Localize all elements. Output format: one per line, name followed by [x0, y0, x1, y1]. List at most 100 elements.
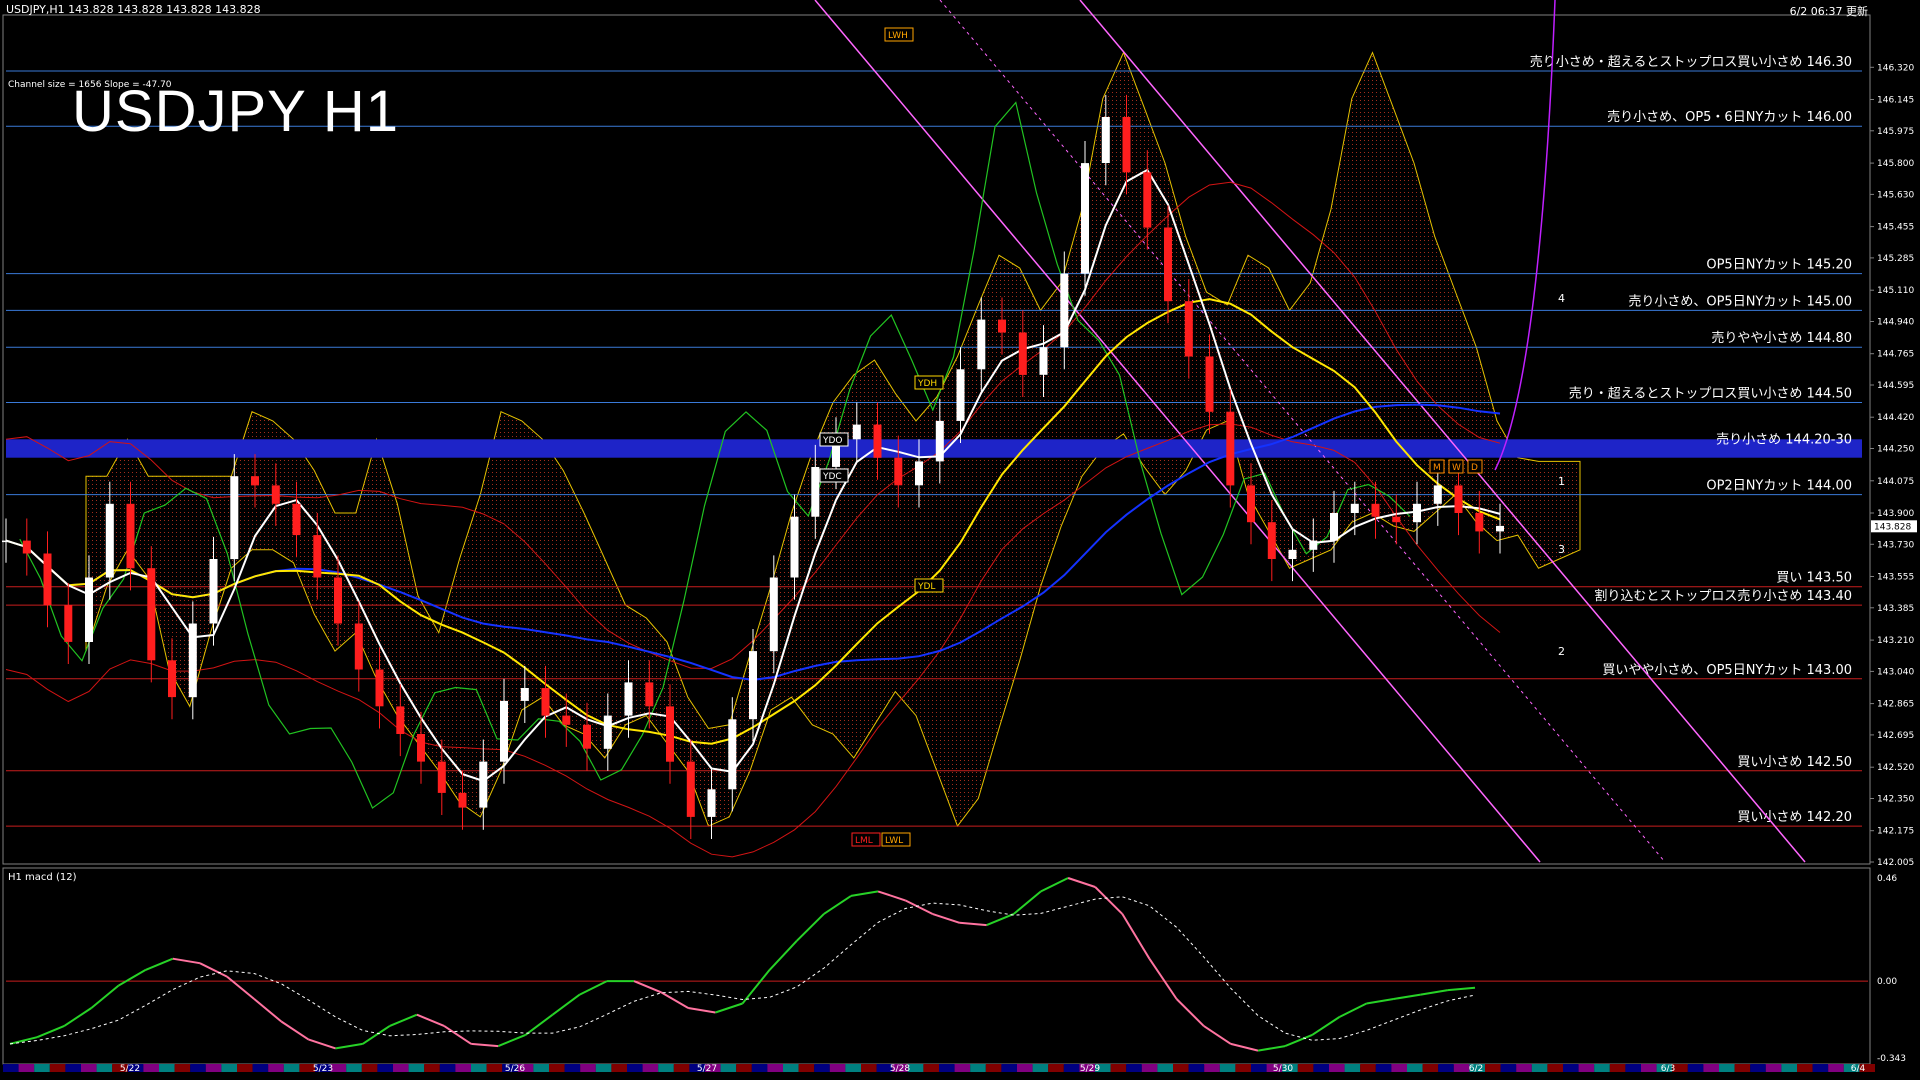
date-label: 6/3: [1661, 1064, 1675, 1074]
candle-body: [935, 420, 944, 462]
candle-body: [147, 568, 156, 661]
date-strip-segment: [96, 1064, 113, 1072]
candle-body: [873, 424, 882, 458]
price-tick-label: 146.145: [1877, 96, 1914, 106]
price-tick-label: 145.630: [1877, 190, 1914, 200]
wave-label: 2: [1558, 645, 1565, 658]
date-strip-segment: [845, 1064, 861, 1072]
candle-body: [1039, 347, 1048, 375]
price-tick-label: 144.075: [1877, 477, 1914, 487]
candle-body: [85, 577, 93, 642]
date-strip-segment: [1750, 1064, 1766, 1072]
date-strip-segment: [627, 1064, 643, 1072]
date-strip-segment: [1219, 1064, 1236, 1072]
date-strip-segment: [237, 1064, 253, 1072]
date-strip-segment: [861, 1064, 877, 1072]
candle-body: [1330, 513, 1338, 541]
level-label: 売り・超えるとストップロス買い小さめ 144.50: [1569, 386, 1852, 402]
date-strip-segment: [798, 1064, 815, 1072]
date-strip-segment: [1313, 1064, 1329, 1072]
date-strip-segment: [1297, 1064, 1314, 1072]
candle-body: [749, 651, 757, 720]
wave-label: 3: [1558, 543, 1565, 556]
candle-body: [396, 706, 405, 734]
price-tick-label: 145.800: [1877, 159, 1914, 169]
candle-body: [126, 503, 135, 569]
date-label: 5/30: [1273, 1064, 1293, 1074]
marker-label: W: [1452, 463, 1461, 473]
candle-body: [915, 461, 923, 486]
date-strip-segment: [829, 1064, 846, 1072]
candle-body: [686, 761, 695, 817]
level-label: 売り小さめ、OP5日NYカット 145.00: [1628, 293, 1852, 309]
price-tick-label: 143.555: [1877, 573, 1914, 583]
candle-body: [790, 516, 799, 578]
candle-body: [811, 467, 820, 517]
date-strip-segment: [252, 1064, 269, 1072]
date-strip-segment: [34, 1064, 50, 1072]
candle-body: [728, 719, 737, 790]
date-strip-segment: [65, 1064, 81, 1072]
date-strip-segment: [268, 1064, 284, 1072]
date-strip-segment: [439, 1064, 456, 1072]
date-strip-segment: [1641, 1064, 1657, 1072]
marker-label: LML: [855, 836, 873, 846]
candle-body: [1413, 503, 1421, 523]
candle-body: [956, 369, 965, 421]
candle-body: [977, 319, 986, 370]
candle-body: [562, 715, 571, 725]
date-strip-segment: [1485, 1064, 1501, 1072]
candle-body: [707, 789, 716, 817]
candle-body: [541, 688, 550, 716]
macd-title: H1 macd (12): [8, 872, 77, 883]
date-strip-segment: [424, 1064, 440, 1072]
date-label: 6/2: [1469, 1064, 1483, 1074]
date-strip-segment: [1017, 1064, 1033, 1072]
wave-label: 1: [1558, 475, 1565, 488]
candle-body: [334, 577, 342, 624]
candle-body: [666, 706, 674, 762]
date-strip-segment: [143, 1064, 159, 1072]
date-strip-segment: [1344, 1064, 1361, 1072]
candle-body: [1496, 525, 1504, 532]
price-tick-label: 144.420: [1877, 413, 1914, 423]
candle-body: [583, 724, 591, 749]
candle-body: [188, 623, 197, 698]
marker-label: D: [1471, 463, 1478, 473]
date-strip-segment: [283, 1064, 300, 1072]
price-tick-label: 143.385: [1877, 604, 1914, 614]
candle-body: [1226, 411, 1235, 486]
date-label: 6/4: [1851, 1064, 1866, 1074]
date-strip-segment: [1812, 1064, 1829, 1072]
level-label: 売り小さめ、OP5・6日NYカット 146.00: [1607, 109, 1852, 125]
price-tick-label: 145.285: [1877, 254, 1914, 264]
level-label: 売り小さめ・超えるとストップロス買い小さめ 146.30: [1530, 54, 1852, 70]
last-price-label: 143.828: [1874, 522, 1911, 532]
date-strip-segment: [1547, 1064, 1563, 1072]
date-strip-segment: [408, 1064, 425, 1072]
candle-body: [1143, 172, 1152, 228]
date-strip-segment: [1001, 1064, 1017, 1072]
date-strip-segment: [1422, 1064, 1439, 1072]
candle-body: [105, 503, 114, 578]
date-strip-segment: [595, 1064, 612, 1072]
date-strip-segment: [1032, 1064, 1049, 1072]
candle-body: [1164, 227, 1172, 302]
date-strip-segment: [81, 1064, 97, 1072]
candle-body: [769, 577, 778, 652]
date-strip-segment: [923, 1064, 939, 1072]
symbol-info: USDJPY,H1 143.828 143.828 143.828 143.82…: [6, 3, 261, 16]
price-chart[interactable]: 売り小さめ・超えるとストップロス買い小さめ 146.30 売り小さめ、OP5・6日…: [0, 0, 1920, 1080]
price-tick-label: 145.455: [1877, 223, 1914, 233]
date-strip-segment: [580, 1064, 596, 1072]
price-tick-label: 144.595: [1877, 381, 1914, 391]
candle-body: [437, 761, 446, 793]
date-strip-segment: [1453, 1064, 1470, 1072]
level-label: OP2日NYカット 144.00: [1706, 479, 1852, 494]
candle-body: [1101, 117, 1110, 163]
date-strip-segment: [1516, 1064, 1532, 1072]
candle-body: [1122, 117, 1131, 173]
date-strip-segment: [642, 1064, 659, 1072]
date-strip-segment: [174, 1064, 191, 1072]
candle-body: [292, 503, 301, 536]
